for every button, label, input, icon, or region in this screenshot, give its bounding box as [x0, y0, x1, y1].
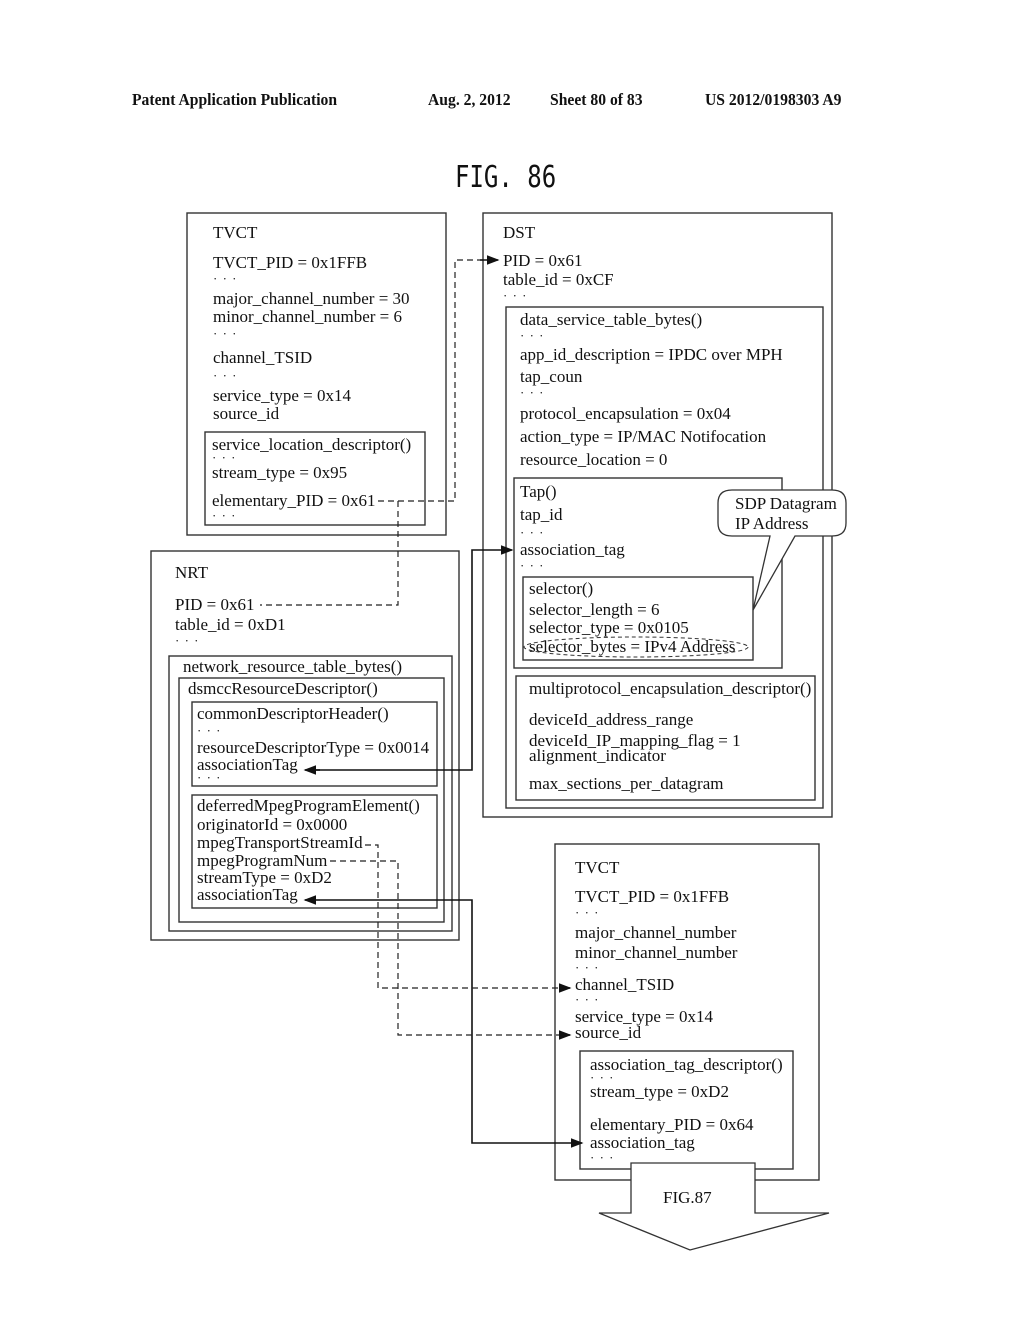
- association-tag-descriptor-title: association_tag_descriptor(): [590, 1055, 783, 1074]
- dst-table: DST PID = 0x61 table_id = 0xCF · · · dat…: [482, 212, 847, 818]
- tap-association-tag: association_tag: [520, 540, 625, 559]
- deferred-association-tag-link: [320, 899, 584, 1148]
- ellipsis: · · ·: [213, 326, 238, 341]
- selector-title: selector(): [529, 579, 593, 598]
- tvct-bottom-title: TVCT: [575, 858, 620, 877]
- next-figure-label: FIG.87: [663, 1188, 712, 1207]
- ellipsis: · · ·: [575, 905, 600, 920]
- selector-type: selector_type = 0x0105: [529, 618, 689, 637]
- mpe-descriptor-title: multiprotocol_encapsulation_descriptor(): [529, 679, 811, 698]
- deferred-association-tag: associationTag: [197, 885, 298, 904]
- sld-stream-type: stream_type = 0x95: [212, 463, 347, 482]
- atd-elementary-pid: elementary_PID = 0x64: [590, 1115, 754, 1134]
- alignment-indicator: alignment_indicator: [529, 746, 666, 765]
- tap-count: tap_coun: [520, 367, 583, 386]
- tvct-top-major: major_channel_number = 30: [213, 289, 410, 308]
- next-figure-arrow: [598, 1162, 830, 1251]
- max-sections-per-datagram: max_sections_per_datagram: [529, 774, 724, 793]
- callout-line-1: SDP Datagram: [735, 494, 837, 513]
- resource-location: resource_location = 0: [520, 450, 667, 469]
- tvct-bottom-major: major_channel_number: [575, 923, 737, 942]
- sld-elementary-pid: elementary_PID = 0x61: [212, 491, 376, 510]
- dst-table-id: table_id = 0xCF: [503, 270, 614, 289]
- ellipsis: · · ·: [520, 558, 545, 573]
- ellipsis: · · ·: [213, 271, 238, 286]
- tap-title: Tap(): [520, 482, 557, 501]
- tvct-bottom-table: TVCT TVCT_PID = 0x1FFB · · · major_chann…: [554, 843, 830, 1251]
- nrt-table-id: table_id = 0xD1: [175, 615, 286, 634]
- data-service-table-title: data_service_table_bytes(): [520, 310, 702, 329]
- tvct-top-title: TVCT: [213, 223, 258, 242]
- selector-bytes: selector_bytes = IPv4 Address: [529, 637, 735, 656]
- tvct-top-source-id: source_id: [213, 404, 280, 423]
- nrt-pid: PID = 0x61: [175, 595, 254, 614]
- ellipsis: · · ·: [575, 960, 600, 975]
- ellipsis: · · ·: [503, 288, 528, 303]
- tvct-top-pid: TVCT_PID = 0x1FFB: [213, 253, 367, 272]
- atd-stream-type: stream_type = 0xD2: [590, 1082, 729, 1101]
- action-type: action_type = IP/MAC Notifocation: [520, 427, 767, 446]
- transport-stream-link: [365, 844, 566, 989]
- ellipsis: · · ·: [197, 770, 222, 785]
- callout-line-2: IP Address: [735, 514, 809, 533]
- dsmcc-title: dsmccResourceDescriptor(): [188, 679, 378, 698]
- diagram: TVCT TVCT_PID = 0x1FFB · · · major_chann…: [150, 212, 847, 1251]
- ellipsis: · · ·: [590, 1150, 615, 1165]
- ellipsis: · · ·: [520, 385, 545, 400]
- mpeg-transport-stream-id: mpegTransportStreamId: [197, 833, 363, 852]
- tvct-top-table: TVCT TVCT_PID = 0x1FFB · · · major_chann…: [186, 212, 447, 536]
- protocol-encapsulation: protocol_encapsulation = 0x04: [520, 404, 731, 423]
- tvct-top-service-type: service_type = 0x14: [213, 386, 351, 405]
- nrt-title: NRT: [175, 563, 209, 582]
- nrt-table: NRT PID = 0x61 table_id = 0xD1 · · · net…: [150, 550, 460, 941]
- dst-pid: PID = 0x61: [503, 251, 582, 270]
- tvct-top-tsid: channel_TSID: [213, 348, 312, 367]
- ellipsis: · · ·: [520, 328, 545, 343]
- program-num-link: [330, 860, 566, 1036]
- tap-id: tap_id: [520, 505, 563, 524]
- nrt-bytes-title: network_resource_table_bytes(): [183, 657, 402, 676]
- device-id-address-range: deviceId_address_range: [529, 710, 693, 729]
- tvct-bottom-source-id: source_id: [575, 1023, 642, 1042]
- ellipsis: · · ·: [575, 992, 600, 1007]
- deferred-element-title: deferredMpegProgramElement(): [197, 796, 420, 815]
- ellipsis: · · ·: [197, 723, 222, 738]
- ellipsis: · · ·: [175, 633, 200, 648]
- ellipsis: · · ·: [213, 368, 238, 383]
- patent-sheet: Patent Application Publication Aug. 2, 2…: [0, 0, 1024, 1320]
- originator-id: originatorId = 0x0000: [197, 815, 347, 834]
- dst-title: DST: [503, 223, 536, 242]
- tvct-top-minor: minor_channel_number = 6: [213, 307, 402, 326]
- ellipsis: · · ·: [212, 508, 237, 523]
- pid-link-nrt: [260, 501, 399, 606]
- selector-length: selector_length = 6: [529, 600, 659, 619]
- service-location-descriptor-title: service_location_descriptor(): [212, 435, 411, 454]
- common-header-title: commonDescriptorHeader(): [197, 704, 389, 723]
- ellipsis: · · ·: [520, 525, 545, 540]
- tvct-bottom-pid: TVCT_PID = 0x1FFB: [575, 887, 729, 906]
- app-id-description: app_id_description = IPDC over MPH: [520, 345, 783, 364]
